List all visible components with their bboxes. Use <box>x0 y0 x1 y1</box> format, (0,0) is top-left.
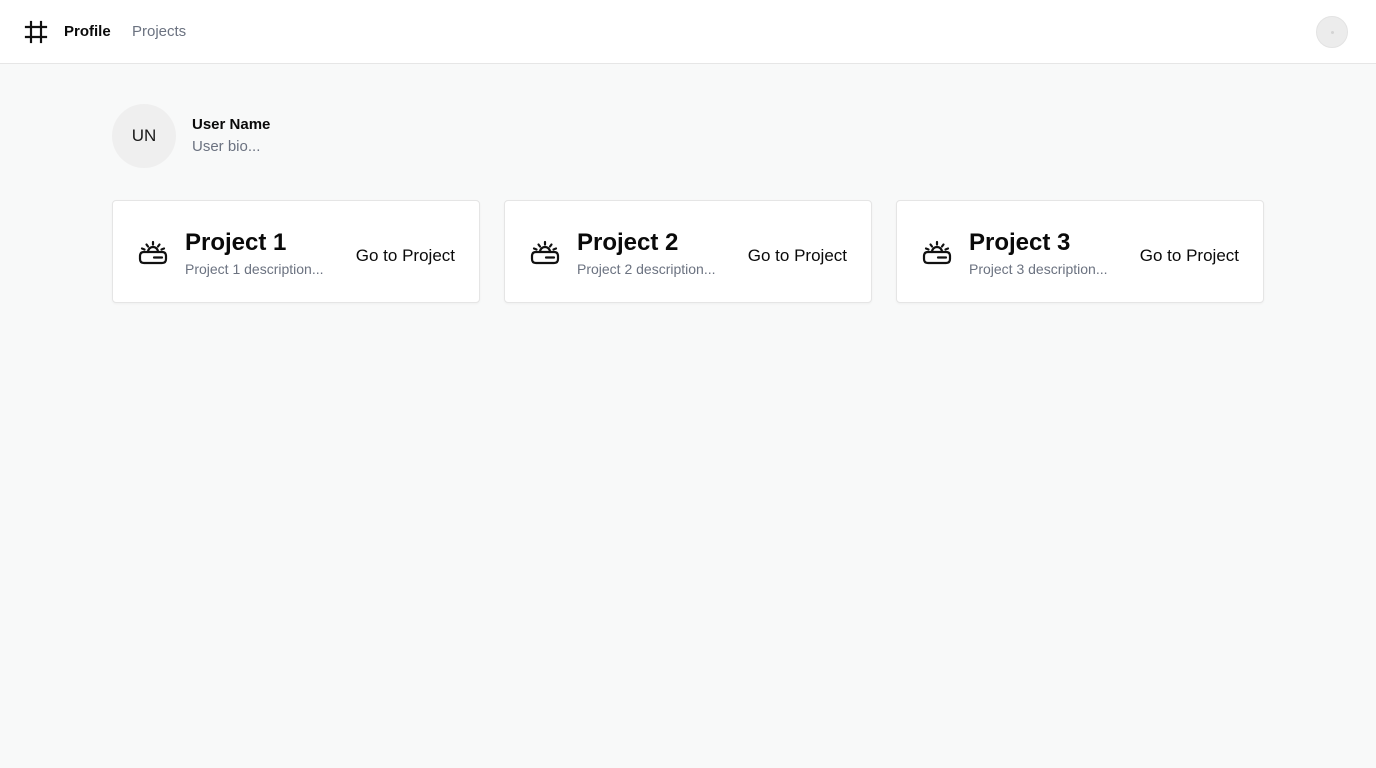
project-card: Project 1 Project 1 description... Go to… <box>112 200 480 303</box>
project-card: Project 3 Project 3 description... Go to… <box>896 200 1264 303</box>
profile-avatar: UN <box>112 104 176 168</box>
profile-initials: UN <box>131 126 157 145</box>
nav-profile-link[interactable]: Profile <box>64 22 111 42</box>
go-to-project-button[interactable]: Go to Project <box>1140 245 1239 267</box>
project-card: Project 2 Project 2 description... Go to… <box>504 200 872 303</box>
project-description: Project 3 description... <box>969 261 1108 277</box>
hash-frame-icon[interactable] <box>24 20 48 44</box>
go-to-project-button[interactable]: Go to Project <box>356 245 455 267</box>
profile-bio: User bio... <box>192 138 261 155</box>
project-description: Project 2 description... <box>577 261 716 277</box>
go-to-project-button[interactable]: Go to Project <box>748 245 847 267</box>
profile-name: User Name <box>192 116 271 133</box>
project-title: Project 3 <box>969 229 1071 256</box>
top-navbar: Profile Projects <box>0 0 1376 64</box>
project-title: Project 2 <box>577 229 679 256</box>
project-description: Project 1 description... <box>185 261 324 277</box>
user-avatar-icon[interactable] <box>1316 16 1348 48</box>
nav-projects-link[interactable]: Projects <box>132 22 186 42</box>
radio-device-icon <box>138 240 168 265</box>
project-title: Project 1 <box>185 229 287 256</box>
radio-device-icon <box>922 240 952 265</box>
radio-device-icon <box>530 240 560 265</box>
avatar-placeholder-dot <box>1331 31 1334 34</box>
